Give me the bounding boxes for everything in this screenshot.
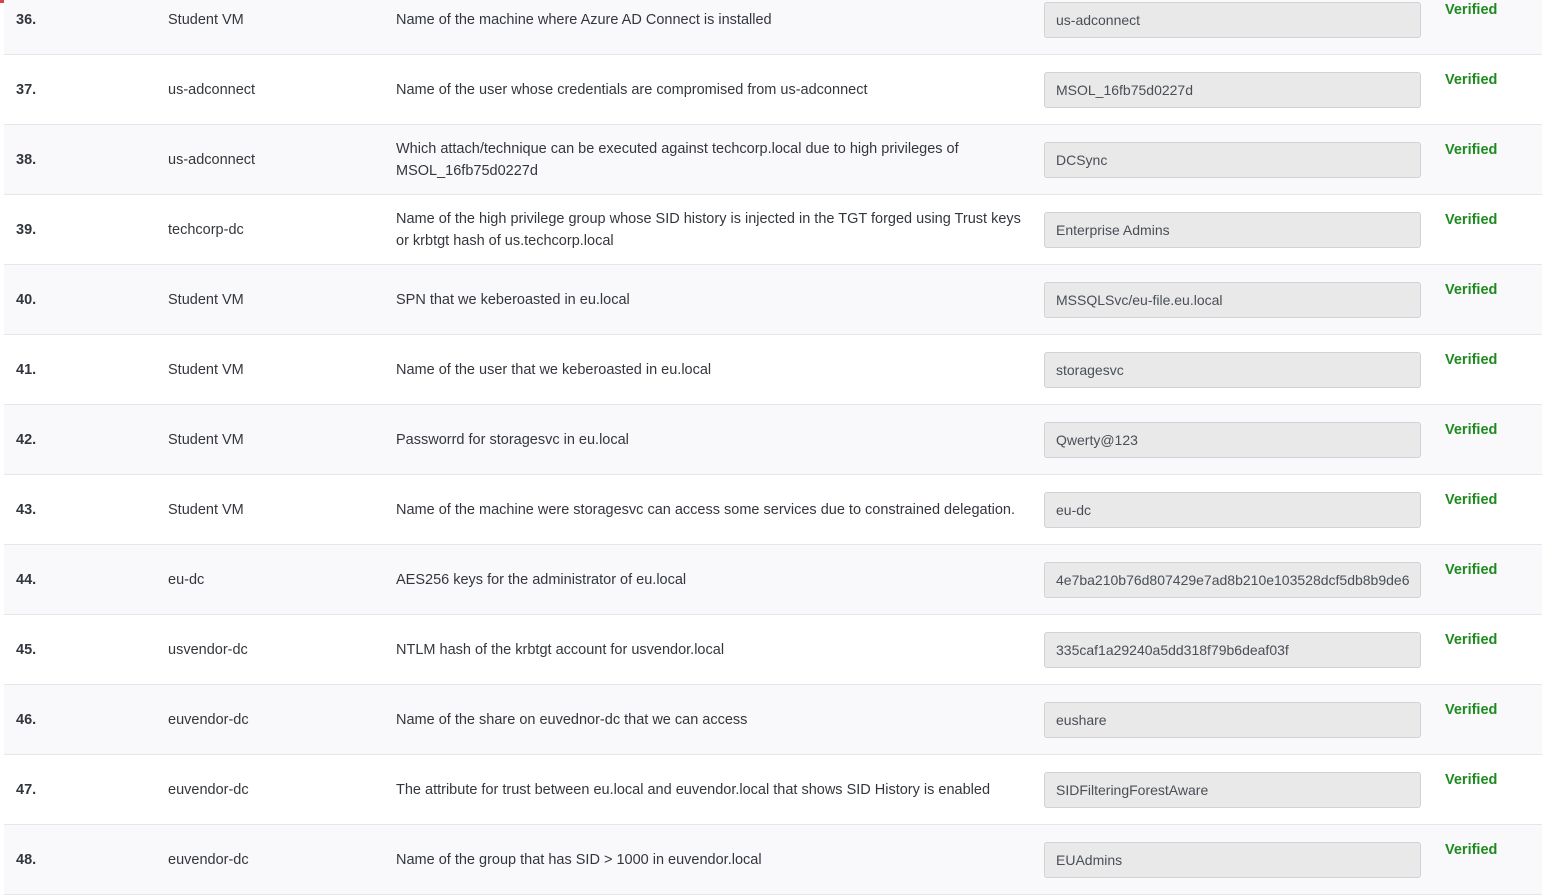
answer-field[interactable]: [1044, 71, 1421, 108]
status-badge: Verified: [1445, 72, 1498, 88]
row-number: 36.: [16, 11, 37, 28]
machine-name: Student VM: [168, 291, 244, 308]
machine-name: Student VM: [168, 431, 244, 448]
answer-cell: [1044, 405, 1421, 474]
row-number: 38.: [16, 151, 37, 168]
table-row: 37. us-adconnect Name of the user whose cr…: [4, 55, 1542, 125]
answer-cell: [1044, 0, 1421, 54]
row-number: 47.: [16, 781, 37, 798]
answer-field[interactable]: [1044, 561, 1421, 598]
machine-name: euvendor-dc: [168, 711, 249, 728]
answer-cell: [1044, 195, 1421, 264]
row-number: 45.: [16, 641, 37, 658]
answer-cell: [1044, 475, 1421, 544]
row-number: 37.: [16, 81, 37, 98]
table-row: 47. euvendor-dc The attribute for trust be…: [4, 755, 1542, 825]
answer-cell: [1044, 615, 1421, 684]
table-row: 38. us-adconnect Which attach/technique ca…: [4, 125, 1542, 195]
answer-cell: [1044, 545, 1421, 614]
status-badge: Verified: [1445, 772, 1498, 788]
question-text: The attribute for trust between eu.local…: [396, 781, 991, 798]
answer-field[interactable]: [1044, 1, 1421, 38]
table-row: 40. Student VM SPN that we keberoasted in …: [4, 265, 1542, 335]
question-text: Name of the user whose credentials are c…: [396, 81, 868, 98]
row-number: 43.: [16, 501, 37, 518]
answer-cell: [1044, 125, 1421, 194]
question-text: Name of the high privilege group whose S…: [396, 210, 1021, 249]
table-row: 44. eu-dc AES256 keys for the administrato…: [4, 545, 1542, 615]
answer-cell: [1044, 55, 1421, 124]
question-text: Passworrd for storagesvc in eu.local: [396, 431, 629, 448]
status-badge: Verified: [1445, 212, 1498, 228]
row-number: 39.: [16, 221, 37, 238]
machine-name: us-adconnect: [168, 81, 256, 98]
answer-field[interactable]: [1044, 701, 1421, 738]
answers-table: 36. Student VM Name of the machine where A…: [4, 0, 1542, 895]
status-badge: Verified: [1445, 352, 1498, 368]
table-row: 41. Student VM Name of the user that we ke…: [4, 335, 1542, 405]
row-number: 41.: [16, 361, 37, 378]
question-text: Which attach/technique can be executed a…: [396, 140, 959, 179]
row-number: 44.: [16, 571, 37, 588]
machine-name: eu-dc: [168, 571, 205, 588]
answer-cell: [1044, 335, 1421, 404]
machine-name: us-adconnect: [168, 151, 256, 168]
machine-name: Student VM: [168, 11, 244, 28]
machine-name: usvendor-dc: [168, 641, 248, 658]
answer-field[interactable]: [1044, 631, 1421, 668]
status-badge: Verified: [1445, 422, 1498, 438]
status-badge: Verified: [1445, 562, 1498, 578]
question-text: Name of the share on euvednor-dc that we…: [396, 711, 748, 728]
question-text: Name of the group that has SID > 1000 in…: [396, 851, 762, 868]
answer-cell: [1044, 825, 1421, 894]
answer-cell: [1044, 685, 1421, 754]
machine-name: techcorp-dc: [168, 221, 244, 238]
question-text: NTLM hash of the krbtgt account for usve…: [396, 641, 725, 658]
question-text: AES256 keys for the administrator of eu.…: [396, 571, 687, 588]
question-text: Name of the user that we keberoasted in …: [396, 361, 712, 378]
row-number: 48.: [16, 851, 37, 868]
machine-name: Student VM: [168, 501, 244, 518]
table-row: 45. usvendor-dc NTLM hash of the krbtgt ac…: [4, 615, 1542, 685]
status-badge: Verified: [1445, 702, 1498, 718]
answer-field[interactable]: [1044, 211, 1421, 248]
row-number: 46.: [16, 711, 37, 728]
machine-name: euvendor-dc: [168, 781, 249, 798]
answer-field[interactable]: [1044, 281, 1421, 318]
status-badge: Verified: [1445, 492, 1498, 508]
question-text: SPN that we keberoasted in eu.local: [396, 291, 630, 308]
answer-field[interactable]: [1044, 771, 1421, 808]
status-badge: Verified: [1445, 2, 1498, 18]
status-badge: Verified: [1445, 632, 1498, 648]
answer-field[interactable]: [1044, 351, 1421, 388]
table-row: 36. Student VM Name of the machine where A…: [4, 0, 1542, 55]
question-text: Name of the machine were storagesvc can …: [396, 501, 1015, 518]
machine-name: Student VM: [168, 361, 244, 378]
answer-cell: [1044, 755, 1421, 824]
status-badge: Verified: [1445, 142, 1498, 158]
row-number: 40.: [16, 291, 37, 308]
table-row: 43. Student VM Name of the machine were st…: [4, 475, 1542, 545]
machine-name: euvendor-dc: [168, 851, 249, 868]
answer-cell: [1044, 265, 1421, 334]
status-badge: Verified: [1445, 842, 1498, 858]
answer-field[interactable]: [1044, 421, 1421, 458]
table-row: 39. techcorp-dc Name of the high privilege…: [4, 195, 1542, 265]
table-row: 42. Student VM Passworrd for storagesvc in…: [4, 405, 1542, 475]
answer-field[interactable]: [1044, 491, 1421, 528]
question-text: Name of the machine where Azure AD Conne…: [396, 11, 772, 28]
answer-field[interactable]: [1044, 841, 1421, 878]
table-row: 48. euvendor-dc Name of the group that has…: [4, 825, 1542, 895]
status-badge: Verified: [1445, 282, 1498, 298]
answer-field[interactable]: [1044, 141, 1421, 178]
table-row: 46. euvendor-dc Name of the share on euved…: [4, 685, 1542, 755]
row-number: 42.: [16, 431, 37, 448]
